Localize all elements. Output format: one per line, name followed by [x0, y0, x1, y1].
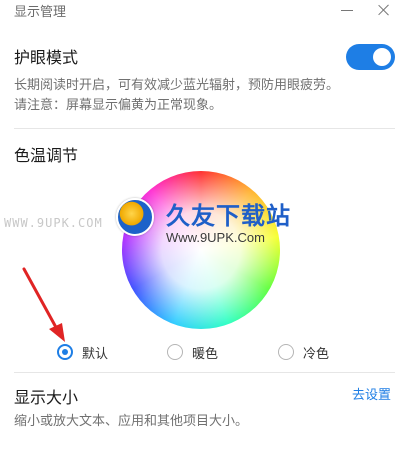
eye-protection-description: 长期阅读时开启，可有效减少蓝光辐射，预防用眼疲劳。 — [14, 78, 340, 93]
radio-default-indicator — [57, 344, 73, 360]
eye-protection-title: 护眼模式 — [14, 48, 79, 67]
radio-default-label: 默认 — [82, 346, 109, 362]
radio-cool[interactable]: 冷色 — [278, 341, 329, 363]
color-temperature-title: 色温调节 — [14, 146, 79, 165]
eye-protection-toggle[interactable] — [346, 44, 395, 70]
title-bar: 显示管理 — [0, 0, 407, 24]
divider — [14, 372, 395, 373]
window-title: 显示管理 — [14, 5, 67, 20]
close-button[interactable] — [372, 0, 396, 20]
close-icon — [378, 4, 390, 16]
watermark-logo-icon — [116, 198, 154, 236]
watermark-left-text: WWW.9UPK.COM — [4, 216, 103, 230]
radio-cool-label: 冷色 — [303, 346, 330, 362]
annotation-arrow-icon — [22, 267, 65, 342]
watermark-title: 久友下载站 — [166, 202, 291, 230]
radio-warm[interactable]: 暖色 — [167, 341, 218, 363]
display-size-settings-link[interactable]: 去设置 — [352, 384, 391, 403]
watermark: WWW.9UPK.COM 久友下载站 Www.9UPK.Com — [4, 192, 320, 256]
radio-default[interactable]: 默认 — [57, 341, 108, 363]
radio-warm-label: 暖色 — [192, 346, 219, 362]
minimize-button[interactable] — [335, 0, 359, 20]
divider — [14, 128, 395, 129]
display-size-title: 显示大小 — [14, 388, 79, 407]
minimize-icon — [341, 9, 353, 11]
toggle-knob — [373, 48, 391, 66]
eye-protection-note: 请注意：屏幕显示偏黄为正常现象。 — [14, 98, 223, 113]
watermark-subtitle: Www.9UPK.Com — [166, 230, 265, 245]
display-size-description: 缩小或放大文本、应用和其他项目大小。 — [14, 414, 249, 429]
radio-warm-indicator — [167, 344, 183, 360]
radio-cool-indicator — [278, 344, 294, 360]
